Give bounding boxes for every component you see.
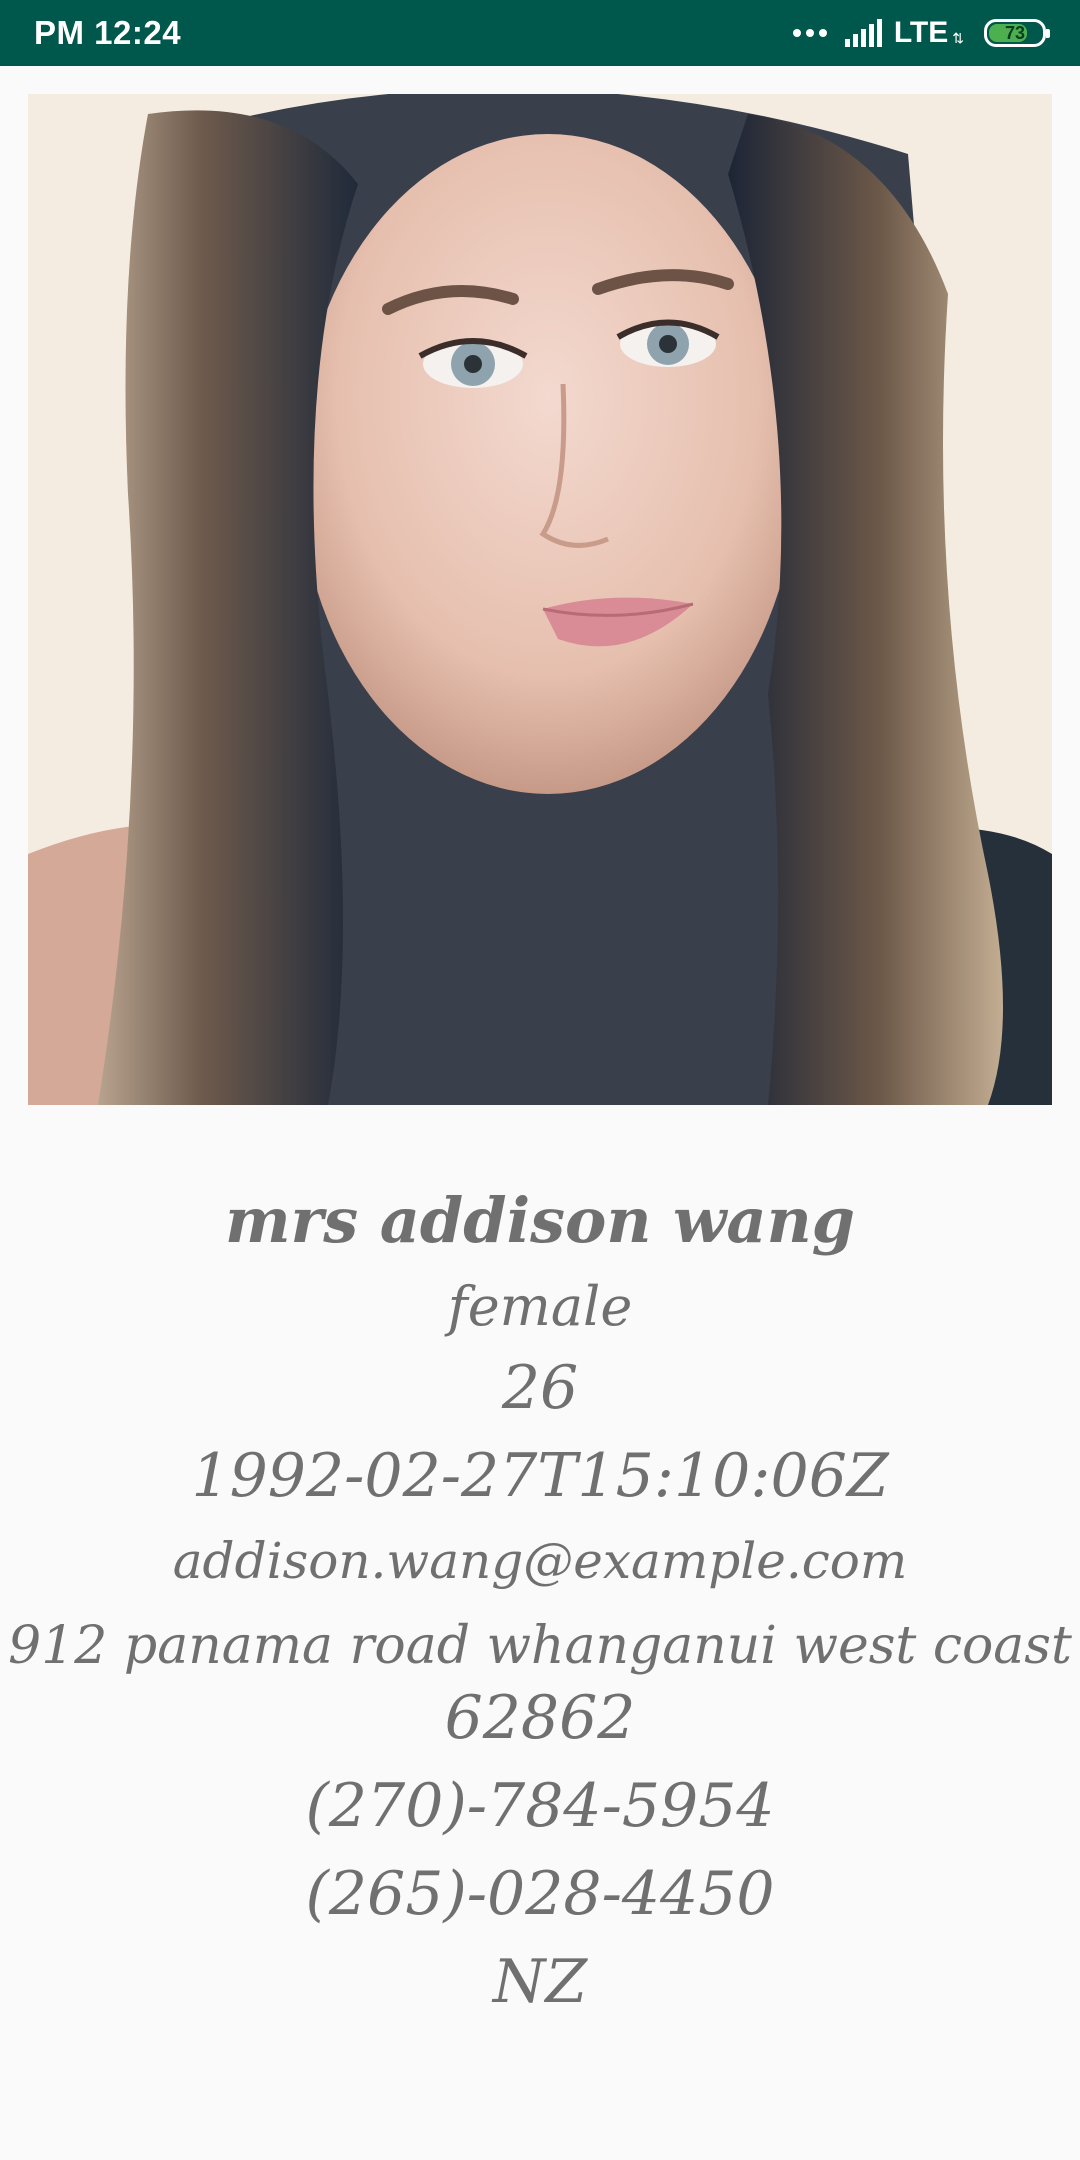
profile-photo [28, 94, 1052, 1105]
battery-level-text: 73 [1004, 23, 1026, 43]
profile-dob: 1992-02-27T15:10:06Z [191, 1441, 889, 1511]
profile-name: mrs addison wang [224, 1184, 856, 1257]
battery-icon: 73 [984, 19, 1050, 47]
profile-phone: (270)-784-5954 [305, 1771, 775, 1841]
profile-gender: female [447, 1275, 633, 1338]
status-bar: PM 12:24 LTE ⇅ 73 [0, 0, 1080, 66]
profile-cell: (265)-028-4450 [305, 1859, 775, 1929]
status-icons: LTE ⇅ 73 [792, 0, 1050, 66]
profile-address: 912 panama road whanganui west coast [8, 1616, 1072, 1676]
profile-email: addison.wang@example.com [172, 1532, 908, 1590]
data-activity-icon: ⇅ [952, 29, 964, 46]
profile-nationality: NZ [492, 1947, 588, 2017]
signal-strength-icon [844, 19, 882, 47]
profile-photo-image [28, 94, 1052, 1105]
profile-age: 26 [501, 1353, 579, 1423]
more-notifications-icon [792, 29, 827, 37]
status-time: PM 12:24 [34, 14, 182, 51]
network-type-label: LTE [893, 16, 949, 49]
profile-info: mrs addison wang female 26 1992-02-27T15… [0, 1184, 1080, 2017]
profile-postcode: 62862 [444, 1683, 636, 1753]
